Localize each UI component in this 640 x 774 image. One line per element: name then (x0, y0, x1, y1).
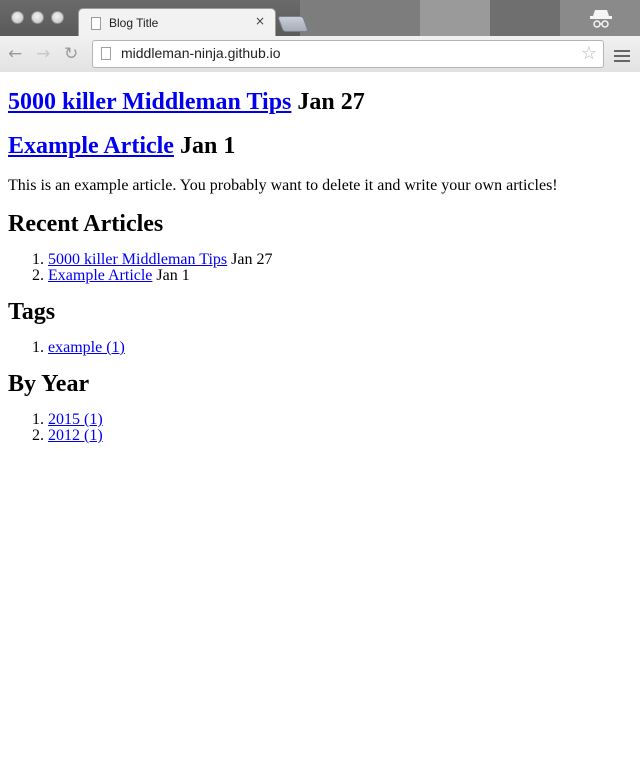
by-year-heading: By Year (8, 371, 90, 397)
recent-article-link[interactable]: 5000 killer Middleman Tips (48, 251, 227, 268)
article-date: Jan 27 (297, 89, 365, 115)
tag-link[interactable]: example (1) (48, 339, 125, 356)
browser-tab[interactable]: Blog Title × (78, 8, 276, 38)
page-content: 5000 killer Middleman Tips Jan 27 Exampl… (8, 72, 632, 456)
incognito-icon (586, 4, 616, 32)
year-link[interactable]: 2015 (1) (48, 411, 103, 428)
recent-article-date: Jan 1 (156, 267, 190, 284)
recent-articles-list: 5000 killer Middleman Tips Jan 27 Exampl… (8, 252, 632, 284)
article-title-link[interactable]: 5000 killer Middleman Tips (8, 89, 291, 115)
bookmark-star-icon[interactable]: ☆ (581, 43, 597, 64)
tags-list: example (1) (8, 340, 632, 356)
browser-toolbar: ← → ↻ middleman-ninja.github.io ☆ (0, 36, 640, 72)
forward-arrow-icon[interactable]: → (36, 44, 50, 64)
article-heading: Example Article Jan 1 (8, 132, 632, 160)
recent-article-link[interactable]: Example Article (48, 267, 152, 284)
recent-articles-heading: Recent Articles (8, 211, 164, 237)
browser-chrome: Blog Title × ← → ↻ middleman-ninja.githu… (0, 0, 640, 72)
list-item: example (1) (48, 340, 632, 356)
list-item: Example Article Jan 1 (48, 268, 632, 284)
reload-icon[interactable]: ↻ (64, 44, 78, 64)
new-tab-button[interactable] (277, 16, 309, 32)
url-text[interactable]: middleman-ninja.github.io (121, 45, 281, 61)
list-item: 5000 killer Middleman Tips Jan 27 (48, 252, 632, 268)
back-arrow-icon[interactable]: ← (8, 44, 22, 64)
page-icon (91, 17, 101, 30)
minimize-window-button[interactable] (31, 11, 44, 24)
recent-article-date: Jan 27 (231, 251, 273, 268)
address-bar[interactable]: middleman-ninja.github.io ☆ (92, 40, 604, 68)
list-item: 2012 (1) (48, 428, 632, 444)
article-summary: This is an example article. You probably… (8, 177, 558, 194)
by-year-list: 2015 (1) 2012 (1) (8, 412, 632, 444)
article-title-link[interactable]: Example Article (8, 133, 174, 159)
menu-icon[interactable] (614, 50, 630, 62)
tab-title: Blog Title (109, 16, 159, 30)
zoom-window-button[interactable] (51, 11, 64, 24)
tab-close-icon[interactable]: × (255, 14, 265, 28)
article-heading: 5000 killer Middleman Tips Jan 27 (8, 88, 632, 116)
list-item: 2015 (1) (48, 412, 632, 428)
page-icon (101, 47, 111, 60)
title-bar: Blog Title × (0, 0, 640, 38)
tags-heading: Tags (8, 299, 56, 325)
article-date: Jan 1 (179, 133, 236, 159)
year-link[interactable]: 2012 (1) (48, 427, 103, 444)
close-window-button[interactable] (11, 11, 24, 24)
